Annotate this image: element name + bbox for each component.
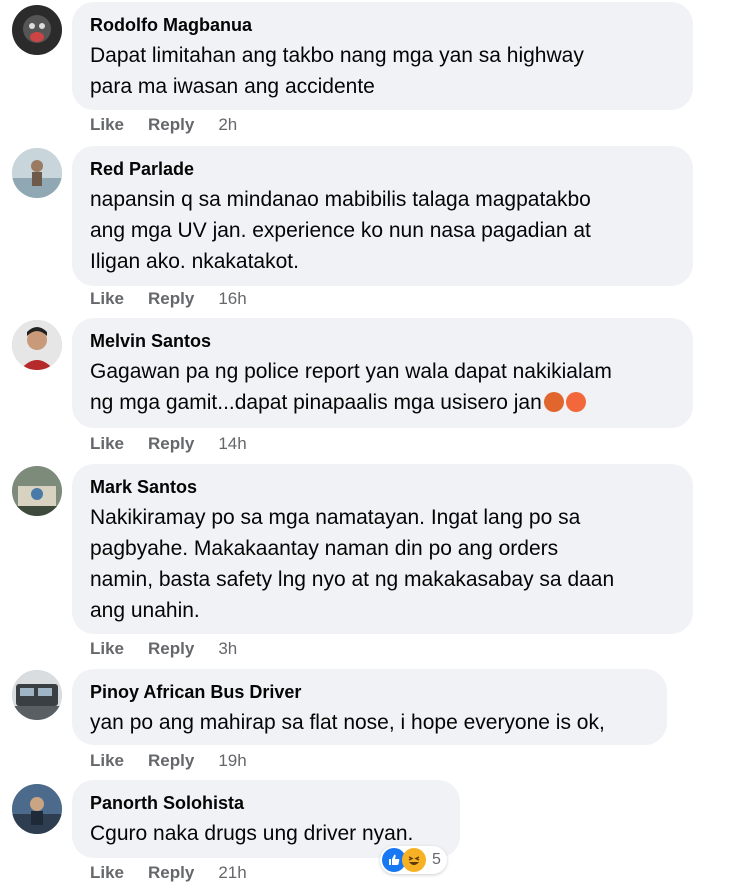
comment-author[interactable]: Mark Santos bbox=[90, 476, 675, 498]
avatar[interactable] bbox=[12, 320, 62, 370]
comment-author[interactable]: Panorth Solohista bbox=[90, 792, 442, 814]
like-button[interactable]: Like bbox=[90, 639, 124, 659]
comment-actions: Like Reply 21h bbox=[90, 862, 247, 884]
comment-timestamp[interactable]: 19h bbox=[218, 751, 246, 771]
avatar[interactable] bbox=[12, 466, 62, 516]
comment-text: Nakikiramay po sa mga namatayan. Ingat l… bbox=[90, 506, 615, 622]
comment-actions: Like Reply 19h bbox=[90, 750, 247, 772]
comment-timestamp[interactable]: 21h bbox=[218, 863, 246, 883]
reply-button[interactable]: Reply bbox=[148, 115, 194, 135]
comment-timestamp[interactable]: 3h bbox=[218, 639, 237, 659]
avatar[interactable] bbox=[12, 5, 62, 55]
angry-face-emoji bbox=[565, 392, 586, 412]
avatar[interactable] bbox=[12, 784, 62, 834]
comment-timestamp[interactable]: 16h bbox=[218, 289, 246, 309]
like-button[interactable]: Like bbox=[90, 434, 124, 454]
comment-author[interactable]: Melvin Santos bbox=[90, 330, 675, 352]
like-button[interactable]: Like bbox=[90, 115, 124, 135]
reply-button[interactable]: Reply bbox=[148, 751, 194, 771]
comment-actions: Like Reply 16h bbox=[90, 288, 247, 310]
comment-bubble: Pinoy African Bus Driver yan po ang mahi… bbox=[72, 669, 667, 745]
reply-button[interactable]: Reply bbox=[148, 863, 194, 883]
comment-bubble: Rodolfo Magbanua Dapat limitahan ang tak… bbox=[72, 2, 693, 110]
cursing-face-emoji bbox=[543, 392, 564, 412]
like-button[interactable]: Like bbox=[90, 863, 124, 883]
comment-text: Cguro naka drugs ung driver nyan. bbox=[90, 822, 414, 845]
comment-bubble: Melvin Santos Gagawan pa ng police repor… bbox=[72, 318, 693, 428]
comment-text: Gagawan pa ng police report yan wala dap… bbox=[90, 356, 675, 418]
avatar[interactable] bbox=[12, 670, 62, 720]
comment-timestamp[interactable]: 2h bbox=[218, 115, 237, 135]
like-button[interactable]: Like bbox=[90, 751, 124, 771]
reply-button[interactable]: Reply bbox=[148, 434, 194, 454]
comment-actions: Like Reply 2h bbox=[90, 114, 237, 136]
avatar[interactable] bbox=[12, 148, 62, 198]
haha-reaction-icon bbox=[402, 848, 426, 872]
comment-bubble: Red Parlade napansin q sa mindanao mabib… bbox=[72, 146, 693, 286]
reply-button[interactable]: Reply bbox=[148, 289, 194, 309]
like-button[interactable]: Like bbox=[90, 289, 124, 309]
reply-button[interactable]: Reply bbox=[148, 639, 194, 659]
reaction-count: 5 bbox=[432, 851, 441, 868]
comment-text: napansin q sa mindanao mabibilis talaga … bbox=[90, 188, 591, 273]
reactions-summary[interactable]: 5 bbox=[380, 846, 447, 874]
comment-author[interactable]: Red Parlade bbox=[90, 158, 675, 180]
comment-text: yan po ang mahirap sa flat nose, i hope … bbox=[90, 711, 605, 734]
comment-actions: Like Reply 14h bbox=[90, 433, 247, 455]
comment-timestamp[interactable]: 14h bbox=[218, 434, 246, 454]
comment-bubble: Mark Santos Nakikiramay po sa mga namata… bbox=[72, 464, 693, 634]
comment-author[interactable]: Rodolfo Magbanua bbox=[90, 14, 675, 36]
comment-text: Dapat limitahan ang takbo nang mga yan s… bbox=[90, 44, 584, 98]
comment-text-body: Gagawan pa ng police report yan wala dap… bbox=[90, 360, 612, 414]
comment-actions: Like Reply 3h bbox=[90, 638, 237, 660]
comment-author[interactable]: Pinoy African Bus Driver bbox=[90, 681, 649, 703]
